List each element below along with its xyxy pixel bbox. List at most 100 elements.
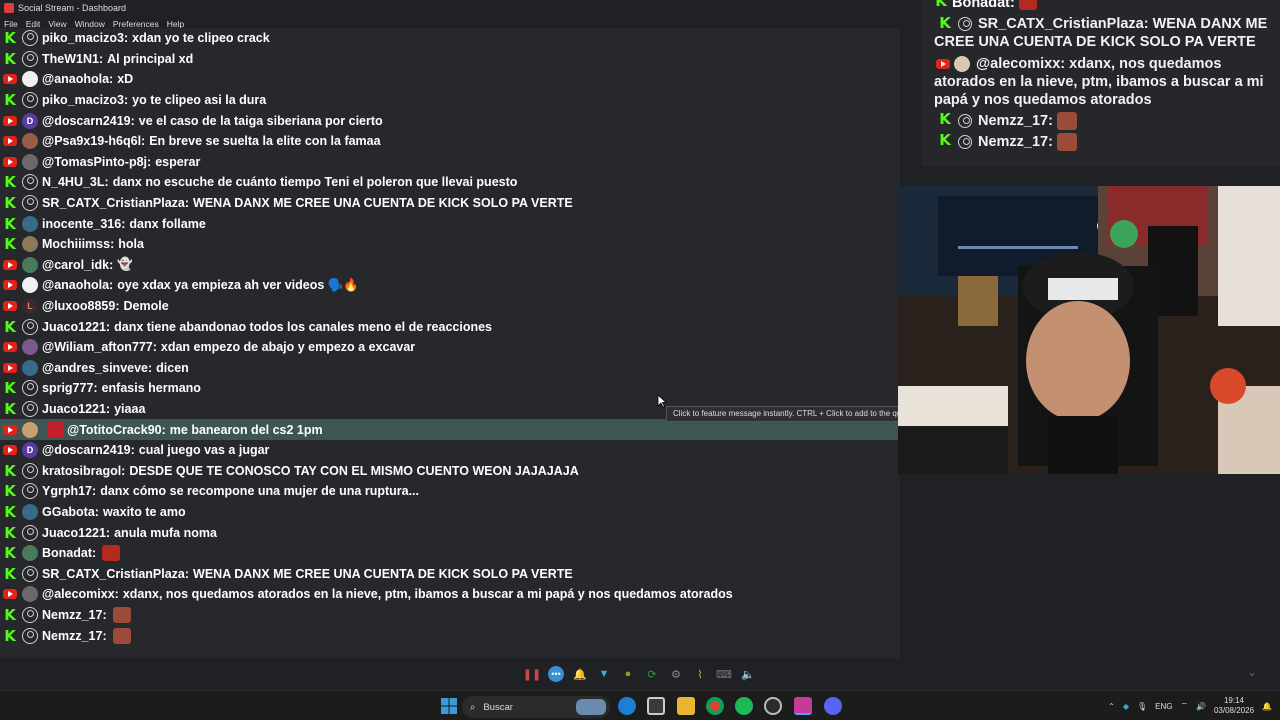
chat-message-row[interactable]: K Nemzz_17: (0, 625, 900, 646)
spotify-icon[interactable] (735, 697, 753, 715)
taskbar-search-input[interactable]: ⌕ Buscar (462, 696, 610, 718)
notification-icon[interactable]: 🔔 (1262, 702, 1272, 711)
chat-message-row[interactable]: D @doscarn2419: ve el caso de la taiga sib… (0, 110, 900, 131)
chat-message-row[interactable]: @TotitoCrack90: me banearon del cs2 1pm (0, 419, 900, 440)
chat-username: @doscarn2419: (42, 113, 135, 128)
chat-username: Juaco1221: (42, 525, 111, 540)
chat-username: piko_macizo3: (42, 31, 129, 46)
avatar (22, 215, 38, 232)
avatar (47, 421, 63, 438)
default-avatar-icon (22, 195, 38, 212)
chat-text: WENA DANX ME CREE UNA CUENTA DE KICK SOL… (193, 196, 573, 211)
chevron-up-icon[interactable]: ⌃ (1108, 702, 1115, 711)
overlay-username: Bonadat: (952, 0, 1015, 11)
filter-icon[interactable]: ▼ (596, 666, 612, 682)
kick-icon: K (939, 131, 951, 149)
chat-username: kratosibragol: (42, 463, 126, 478)
network-app-icon[interactable]: ◆ (1123, 702, 1129, 711)
chat-message-row[interactable]: Kkratosibragol: DESDE QUE TE CONOSCO TAY … (0, 460, 900, 481)
kick-icon: K (4, 214, 16, 233)
chat-text: cual juego vas a jugar (138, 443, 270, 458)
app-icon (4, 3, 14, 13)
collapse-icon[interactable]: ⌄ (1247, 665, 1257, 679)
chat-username: Nemzz_17: (42, 628, 107, 643)
overlay-message-2: @alecomixx: xdanx, nos quedamos atorados… (934, 55, 1270, 109)
bell-icon[interactable]: 🔔 (572, 666, 588, 682)
chat-username: GGabota: (42, 504, 99, 519)
kick-icon: K (4, 626, 16, 645)
chat-message-row[interactable]: K Juaco1221: danx tiene abandonao todos lo… (0, 316, 900, 337)
file-explorer-icon[interactable] (677, 697, 695, 715)
chat-message-row[interactable]: D @doscarn2419: cual juego vas a jugar (0, 440, 900, 461)
social-stream-icon[interactable] (794, 697, 812, 715)
refresh-icon[interactable]: ⟳ (644, 666, 660, 682)
clock[interactable]: 19:14 03/08/2026 (1214, 696, 1254, 716)
chat-message-row[interactable]: @alecomixx: xdanx, nos quedamos atorados … (0, 584, 900, 605)
chat-message-row[interactable]: @TomasPinto-p8j: esperar (0, 152, 900, 173)
overlay-message-3: K Nemzz_17: (934, 112, 1270, 130)
emote-icon (1018, 0, 1037, 10)
chat-text: Demole (123, 299, 169, 314)
kick-icon: K (4, 29, 16, 48)
chat-message-row[interactable]: @carol_idk: 👻 (0, 255, 900, 276)
chat-username: piko_macizo3: (42, 93, 129, 108)
volume-icon[interactable]: 🔊 (1196, 702, 1206, 711)
chrome-icon[interactable] (706, 697, 724, 715)
chat-message-row[interactable]: @andres_sinveve: dicen (0, 358, 900, 379)
emoji-icon[interactable]: ● (620, 666, 636, 682)
chat-message-row[interactable]: K SR_CATX_CristianPlaza: WENA DANX ME CREE… (0, 193, 900, 214)
chat-message-row[interactable]: @Psa9x19-h6q6l: En breve se suelta la eli… (0, 131, 900, 152)
chat-message-row[interactable]: K Bonadat: (0, 543, 900, 564)
windows-start-icon[interactable] (440, 697, 458, 715)
kick-icon: K (4, 605, 16, 624)
chat-message-row[interactable]: K N_4HU_3L: danx no escuche de cuánto tiem… (0, 172, 900, 193)
chat-list[interactable]: Kpiko_macizo3: xdan yo te clipeo crack K Th… (0, 28, 900, 658)
youtube-icon (3, 258, 17, 272)
mic-icon[interactable]: 🎙 (1137, 702, 1147, 711)
overlay-username: @alecomixx: (976, 56, 1066, 72)
keyboard-icon[interactable]: ⌨ (716, 666, 732, 682)
store-icon[interactable] (647, 697, 665, 715)
chat-message-row[interactable]: Ksprig777: enfasis hermano (0, 378, 900, 399)
edge-icon[interactable] (618, 697, 636, 715)
chat-message-row[interactable]: Kinocente_316: danx follame (0, 213, 900, 234)
chat-username: N_4HU_3L: (42, 175, 109, 190)
chat-message-row[interactable]: K GGabota: waxito te amo (0, 502, 900, 523)
language-indicator[interactable]: ENG (1155, 702, 1172, 711)
youtube-icon (3, 423, 17, 437)
chat-message-row[interactable]: Kpiko_macizo3: xdan yo te clipeo crack (0, 28, 900, 49)
discord-icon[interactable] (824, 697, 842, 715)
default-avatar-icon (22, 627, 38, 644)
app-icon-ring[interactable] (764, 697, 782, 715)
overlay-partial-row: K Bonadat: (934, 0, 1270, 12)
wifi-icon[interactable]: ⌔ (1180, 701, 1188, 711)
chat-text: 👻 (117, 257, 133, 272)
chat-message-row[interactable]: K Mochiiimss: hola (0, 234, 900, 255)
chat-text: danx no escuche de cuánto tiempo Teni el… (112, 175, 518, 190)
chat-message-row[interactable]: K TheW1N1: Al principal xd (0, 49, 900, 70)
default-avatar-icon (22, 606, 38, 623)
avatar: D (22, 442, 38, 459)
search-icon: ⌕ (470, 701, 476, 713)
chat-username: Bonadat: (42, 546, 97, 561)
chat-message-row[interactable]: @anaohola: xD (0, 69, 900, 90)
chat-message-row[interactable]: @anaohola: oye xdax ya empieza ah ver vid… (0, 275, 900, 296)
chat-message-row[interactable]: @Wiliam_afton777: xdan empezo de abajo y … (0, 337, 900, 358)
system-tray: ⌃ ◆ 🎙 ENG ⌔ 🔊 19:14 03/08/2026 🔔 (1108, 691, 1272, 720)
gear-icon[interactable]: ⚙ (668, 666, 684, 682)
chat-message-row[interactable]: L @luxoo8859: Demole (0, 296, 900, 317)
chat-bubble-icon[interactable]: ••• (548, 666, 564, 682)
chat-message-row[interactable]: K Nemzz_17: (0, 605, 900, 626)
chat-message-row[interactable]: K Juaco1221: anula mufa noma (0, 522, 900, 543)
chat-message-row[interactable]: K Ygrph17: danx cómo se recompone una muje… (0, 481, 900, 502)
chat-username: Juaco1221: (42, 319, 111, 334)
default-avatar-icon (22, 174, 38, 191)
speaker-icon[interactable]: 🔈 (740, 666, 756, 682)
pause-icon[interactable]: ❚❚ (523, 666, 541, 682)
default-avatar-icon (22, 483, 38, 500)
chat-message-row[interactable]: Kpiko_macizo3: yo te clipeo asi la dura (0, 90, 900, 111)
chat-message-row[interactable]: K SR_CATX_CristianPlaza: WENA DANX ME CREE… (0, 563, 900, 584)
broom-icon[interactable]: ⌇ (692, 666, 708, 682)
youtube-icon (3, 299, 17, 313)
chat-username: inocente_316: (42, 216, 126, 231)
